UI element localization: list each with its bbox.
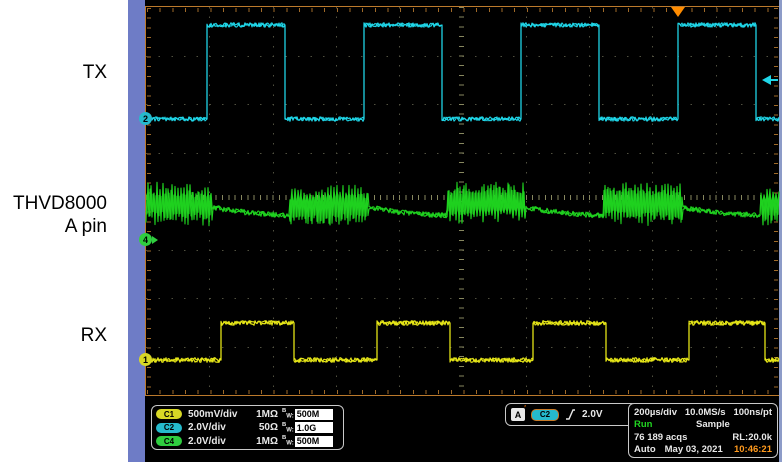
ch1-ground-marker[interactable]: 1: [139, 353, 152, 366]
ch2-ground-marker[interactable]: 2: [139, 112, 152, 125]
channel-badge-c4[interactable]: C4: [156, 436, 182, 446]
trigger-level-marker-line: [770, 79, 778, 81]
label-rx: RX: [0, 325, 107, 347]
label-thvd8000: THVD8000: [0, 193, 107, 215]
graticule-grid: [459, 7, 464, 395]
channel-row-c2[interactable]: C2 2.0V/div 50Ω BW: 1.0G: [156, 421, 339, 434]
acquisition-count: 76 189 acqs: [634, 432, 687, 443]
trigger-source-badge[interactable]: C2: [531, 409, 559, 421]
ch4-ground-marker[interactable]: 4: [139, 233, 152, 246]
sample-rate-value: 10.0MS/s: [685, 407, 726, 418]
acquisition-mode: Sample: [696, 419, 730, 430]
time-value: 10:46:21: [734, 444, 772, 455]
c2-impedance: 50Ω: [250, 422, 278, 433]
trigger-mode: Auto: [634, 444, 656, 455]
channel-row-c1[interactable]: C1 500mV/div 1MΩ BW: 500M: [156, 408, 339, 421]
left-label-margin: TX THVD8000 A pin RX: [0, 0, 128, 462]
record-length: RL:20.0k: [732, 432, 772, 443]
date-value: May 03, 2021: [665, 444, 723, 455]
graticule-grid: [652, 7, 653, 395]
trigger-level-value: 2.0V: [582, 409, 603, 420]
run-state: Run: [634, 419, 670, 430]
trigger-position-marker-icon[interactable]: [671, 7, 685, 17]
graticule-grid: [273, 7, 274, 395]
c1-impedance: 1MΩ: [250, 409, 278, 420]
graticule-grid: [589, 7, 590, 395]
c4-impedance: 1MΩ: [250, 436, 278, 447]
graticule-grid: [774, 8, 778, 394]
graticule-grid: [526, 7, 527, 395]
graticule-grid: [146, 195, 779, 200]
label-tx: TX: [0, 62, 107, 84]
c2-bandwidth-value[interactable]: 1.0G: [295, 422, 333, 433]
ch4-marker-arrow-icon: [152, 236, 158, 244]
graticule-grid: [147, 8, 151, 394]
graticule-grid: [336, 7, 337, 395]
app-left-edge-strip: [128, 0, 146, 462]
sample-period-value: 100ns/pt: [733, 407, 772, 418]
c4-bandwidth-value[interactable]: 500M: [295, 436, 333, 447]
horizontal-acquisition-panel[interactable]: 200µs/div 10.0MS/s 100ns/pt Run Sample 7…: [628, 403, 778, 458]
c2-scale: 2.0V/div: [188, 422, 250, 433]
graticule-grid: [399, 7, 400, 395]
c1-bandwidth-label: BW:: [282, 408, 294, 420]
trigger-badge-prime: ′: [524, 404, 526, 413]
graticule-grid: [716, 7, 717, 395]
c4-bandwidth-label: BW:: [282, 435, 294, 447]
c4-scale: 2.0V/div: [188, 436, 250, 447]
channel-settings-panel: C1 500mV/div 1MΩ BW: 500M C2 2.0V/div 50…: [151, 405, 344, 450]
rising-edge-slope-icon: [565, 408, 576, 421]
graticule-screen: [145, 6, 780, 396]
timebase-value: 200µs/div: [634, 407, 677, 418]
channel-badge-c1[interactable]: C1: [156, 409, 182, 419]
trigger-mode-badge[interactable]: A ′: [511, 408, 525, 421]
channel-badge-c2[interactable]: C2: [156, 423, 182, 433]
channel-row-c4[interactable]: C4 2.0V/div 1MΩ BW: 500M: [156, 435, 339, 448]
trigger-panel[interactable]: A ′ C2 2.0V: [505, 403, 638, 426]
graticule-grid: [209, 7, 210, 395]
label-a-pin: A pin: [0, 216, 107, 238]
c1-bandwidth-value[interactable]: 500M: [295, 409, 333, 420]
c1-scale: 500mV/div: [188, 409, 250, 420]
c2-bandwidth-label: BW:: [282, 422, 294, 434]
